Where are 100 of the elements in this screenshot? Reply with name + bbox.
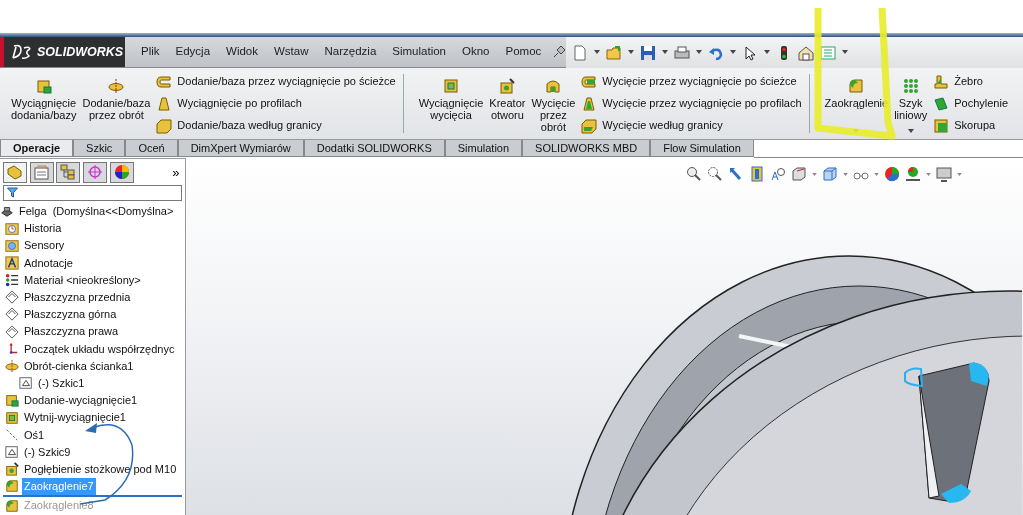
tree-item[interactable]: Wytnij-wyciągnięcie1 (22, 409, 128, 426)
ribbon-button[interactable]: Dodanie/baza przez wyciągnięcie po ścieżce (153, 70, 399, 93)
zoom-area-icon[interactable] (707, 166, 723, 182)
sensor-folder-icon (5, 238, 19, 253)
ribbon-button[interactable]: Wyciągnięcie po profilach (153, 92, 399, 115)
tree-item[interactable]: Oś1 (22, 426, 47, 444)
panel-tab[interactable] (56, 161, 81, 183)
monitor-icon[interactable] (936, 166, 952, 182)
filter-icon (7, 187, 18, 199)
rib-icon (933, 73, 950, 90)
revolve-icon (108, 78, 125, 94)
ribbon-button[interactable]: Kreator otworu (486, 68, 529, 139)
tree-item[interactable]: Materiał <nieokreślony> (22, 271, 143, 289)
ribbon-button[interactable]: Żebro (930, 70, 1011, 93)
sketch-icon (19, 376, 33, 391)
annotation-icon (5, 255, 19, 270)
ribbon-button[interactable]: Dodanie/baza według granicy (153, 114, 399, 137)
panel-tab[interactable] (83, 161, 107, 183)
tree-item[interactable]: Początek układu współrzędnyc (22, 340, 177, 358)
cube-icon[interactable] (822, 166, 838, 182)
menu-item[interactable]: Pomoc (497, 43, 550, 61)
ribbon-button[interactable]: Szyk liniowy (891, 68, 931, 139)
revolve-cut-icon (545, 78, 562, 94)
clock-folder-icon (5, 221, 19, 236)
sweep-cut-icon (581, 73, 598, 90)
expand-button[interactable]: » (172, 162, 183, 182)
pin-icon[interactable] (552, 45, 567, 59)
sketch-icon (5, 444, 19, 459)
view-orientation-icon[interactable] (791, 166, 807, 182)
tree-item[interactable]: Płaszczyzna przednia (22, 289, 133, 306)
tree-item[interactable]: Adnotacje (22, 254, 75, 272)
folder-icon[interactable] (606, 44, 623, 61)
tab[interactable]: SOLIDWORKS MBD (522, 140, 651, 157)
menu-item[interactable]: Wstaw (266, 43, 317, 61)
boundary-cut-icon (581, 117, 598, 134)
boundary-icon (156, 117, 173, 134)
ribbon-button[interactable]: Wycięcie przez wyciągnięcie po ścieżce (578, 70, 805, 93)
logo-icon (12, 44, 32, 60)
tree-item[interactable]: Dodanie-wyciągnięcie1 (22, 392, 140, 409)
menu-item[interactable]: Plik (133, 43, 168, 61)
menu-item[interactable]: Simulation (384, 43, 454, 61)
previous-view-icon[interactable] (728, 166, 744, 182)
tree-item[interactable]: Historia (22, 220, 64, 237)
tab[interactable]: Simulation (444, 140, 523, 157)
dot-grid-icon (902, 78, 919, 94)
tab[interactable]: DimXpert Wymiarów (177, 140, 304, 157)
fillet-icon (848, 78, 865, 94)
app-logo-text: SOLIDWORKS (37, 43, 124, 61)
ribbon-button[interactable]: Wycięcie według granicy (578, 114, 805, 137)
ribbon-button[interactable]: Dodanie/baza przez obrót (79, 68, 154, 139)
new-document-icon[interactable] (572, 44, 589, 61)
tree-item[interactable]: Płaszczyzna prawa (22, 323, 121, 340)
panel-tab[interactable] (29, 161, 54, 183)
rollback-bar[interactable] (3, 494, 182, 497)
caret-icon[interactable] (907, 129, 914, 134)
fillet-icon (5, 479, 19, 494)
tab[interactable]: Operacje (0, 140, 74, 157)
menu-item[interactable]: Edycja (167, 43, 219, 61)
tab[interactable]: Dodatki SOLIDWORKS (303, 140, 445, 157)
plane-icon (5, 307, 19, 322)
ribbon-button[interactable]: Wyciągnięcie dodania/bazy (8, 68, 80, 139)
hole-icon (5, 462, 19, 477)
ribbon-button[interactable]: Wycięcie przez obrót (528, 68, 579, 139)
filter-field[interactable] (3, 184, 182, 201)
revolve-icon (5, 359, 19, 374)
printer-icon[interactable] (674, 44, 691, 61)
extrude-icon (5, 393, 19, 408)
menu-item[interactable]: Narzędzia (316, 43, 385, 61)
tree-item[interactable]: Sensory (22, 237, 67, 254)
ribbon-button[interactable]: Pochylenie (930, 92, 1011, 115)
plane-icon (5, 290, 19, 305)
tab[interactable]: Oceń (125, 140, 178, 157)
hole-icon (499, 78, 516, 94)
appearance-icon[interactable] (884, 166, 900, 182)
tab[interactable]: Flow Simulation (650, 140, 754, 157)
tree-item[interactable]: Felga (Domyślna<<Domyślna> (17, 203, 176, 220)
draft-icon (933, 95, 950, 112)
tree-item[interactable]: (-) Szkic1 (36, 374, 87, 392)
tree-item[interactable]: Pogłębienie stożkowe pod M10 (22, 460, 179, 478)
tab[interactable]: Szkic (73, 140, 126, 157)
section-view-icon[interactable] (749, 166, 765, 182)
extrude-icon (35, 78, 52, 94)
tree-item[interactable]: Płaszczyzna górna (22, 306, 119, 323)
menu-item[interactable]: Okno (454, 43, 498, 61)
loft-cut-icon (581, 95, 598, 112)
ribbon-button[interactable]: Wyciągnięcie wycięcia (415, 68, 487, 139)
loft-icon (156, 95, 173, 112)
ribbon-button[interactable]: Skorupa (930, 114, 1011, 137)
axis-icon (5, 427, 19, 442)
dynamic-annotation-icon[interactable] (770, 166, 786, 182)
panel-tab[interactable] (109, 161, 134, 183)
panel-tab[interactable] (2, 161, 27, 183)
tree-item[interactable]: Obrót-cienka ścianka1 (22, 357, 136, 375)
material-icon (5, 273, 19, 288)
tree-item[interactable]: (-) Szkic9 (22, 443, 73, 461)
ribbon-button[interactable]: Wycięcie przez wyciągnięcie po profilach (578, 92, 805, 115)
zoom-to-fit-icon[interactable] (686, 166, 702, 182)
menu-item[interactable]: Widok (218, 43, 266, 61)
fillet-icon (5, 498, 19, 513)
scene-icon[interactable] (905, 166, 921, 182)
